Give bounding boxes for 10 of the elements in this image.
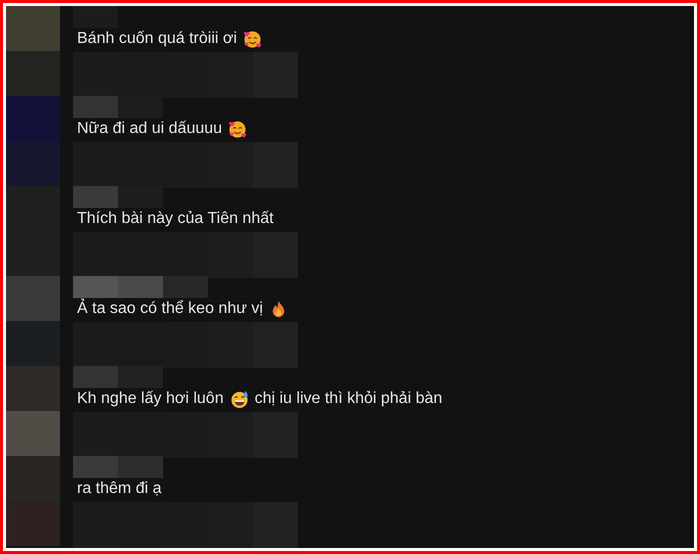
smiling-face-with-hearts-icon (228, 120, 248, 138)
comment-text: Kh nghe lấy hơi luôn (77, 390, 224, 408)
comment-text: Bánh cuốn quá tròiii ơi (77, 30, 237, 48)
smiling-face-with-hearts-icon (242, 30, 262, 48)
comment-text: Nữa đi ad ui dấuuuu (77, 120, 222, 138)
grinning-sweat-icon (230, 390, 249, 408)
comment-text: Ả ta sao có thể keo như vị (77, 300, 263, 318)
comment-text: Thích bài này của Tiên nhất (77, 210, 274, 228)
comment-text: ra thêm đi ạ (77, 480, 162, 498)
comment-text: chị iu live thì khỏi phải bàn (254, 390, 442, 408)
